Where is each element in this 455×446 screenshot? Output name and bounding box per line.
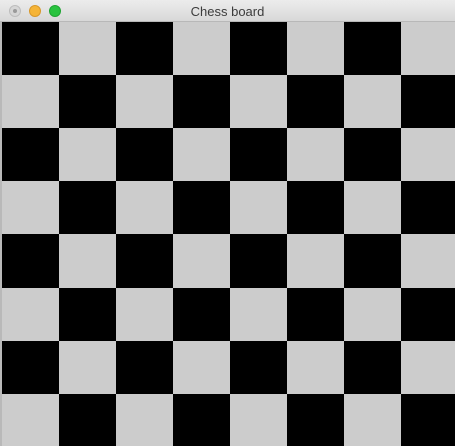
board-square-r1-c8[interactable] xyxy=(401,22,455,76)
board-square-r3-c6[interactable] xyxy=(287,128,344,182)
board-square-r7-c4[interactable] xyxy=(173,340,230,395)
board-square-r2-c7[interactable] xyxy=(344,75,401,129)
board-square-r8-c2[interactable] xyxy=(59,393,116,446)
board-square-r4-c3[interactable] xyxy=(116,181,173,235)
board-square-r5-c7[interactable] xyxy=(344,234,401,288)
board-square-r3-c1[interactable] xyxy=(2,128,59,182)
board-square-r2-c1[interactable] xyxy=(2,75,59,129)
board-square-r1-c7[interactable] xyxy=(344,22,401,76)
board-square-r7-c3[interactable] xyxy=(116,340,173,395)
board-square-r3-c5[interactable] xyxy=(230,128,287,182)
board-square-r8-c4[interactable] xyxy=(173,393,230,446)
chess-board[interactable] xyxy=(2,22,455,446)
close-window-button[interactable] xyxy=(9,5,21,17)
board-square-r5-c6[interactable] xyxy=(287,234,344,288)
board-square-r6-c4[interactable] xyxy=(173,287,230,341)
board-square-r4-c2[interactable] xyxy=(59,181,116,235)
board-square-r7-c6[interactable] xyxy=(287,340,344,395)
board-square-r2-c5[interactable] xyxy=(230,75,287,129)
board-square-r2-c4[interactable] xyxy=(173,75,230,129)
board-square-r3-c8[interactable] xyxy=(401,128,455,182)
board-square-r4-c4[interactable] xyxy=(173,181,230,235)
board-square-r6-c6[interactable] xyxy=(287,287,344,341)
board-square-r1-c2[interactable] xyxy=(59,22,116,76)
board-square-r8-c5[interactable] xyxy=(230,393,287,446)
board-square-r1-c5[interactable] xyxy=(230,22,287,76)
minimize-window-button[interactable] xyxy=(29,5,41,17)
board-square-r5-c8[interactable] xyxy=(401,234,455,288)
board-square-r3-c7[interactable] xyxy=(344,128,401,182)
board-square-r5-c4[interactable] xyxy=(173,234,230,288)
board-square-r2-c2[interactable] xyxy=(59,75,116,129)
board-square-r7-c5[interactable] xyxy=(230,340,287,395)
board-square-r3-c2[interactable] xyxy=(59,128,116,182)
board-square-r5-c5[interactable] xyxy=(230,234,287,288)
board-square-r4-c6[interactable] xyxy=(287,181,344,235)
board-square-r7-c1[interactable] xyxy=(2,340,59,395)
board-square-r5-c2[interactable] xyxy=(59,234,116,288)
board-square-r6-c7[interactable] xyxy=(344,287,401,341)
board-square-r8-c8[interactable] xyxy=(401,393,455,446)
zoom-window-button[interactable] xyxy=(49,5,61,17)
board-square-r2-c3[interactable] xyxy=(116,75,173,129)
window-title: Chess board xyxy=(190,4,265,19)
board-square-r7-c8[interactable] xyxy=(401,340,455,395)
chess-window: Chess board xyxy=(0,0,455,446)
board-square-r4-c8[interactable] xyxy=(401,181,455,235)
board-square-r7-c2[interactable] xyxy=(59,340,116,395)
title-bar[interactable]: Chess board xyxy=(0,0,455,22)
board-square-r1-c3[interactable] xyxy=(116,22,173,76)
board-square-r8-c6[interactable] xyxy=(287,393,344,446)
board-square-r1-c4[interactable] xyxy=(173,22,230,76)
board-square-r3-c3[interactable] xyxy=(116,128,173,182)
board-square-r3-c4[interactable] xyxy=(173,128,230,182)
board-square-r7-c7[interactable] xyxy=(344,340,401,395)
board-square-r6-c2[interactable] xyxy=(59,287,116,341)
board-square-r8-c3[interactable] xyxy=(116,393,173,446)
board-square-r5-c1[interactable] xyxy=(2,234,59,288)
board-square-r8-c7[interactable] xyxy=(344,393,401,446)
board-square-r1-c1[interactable] xyxy=(2,22,59,76)
board-square-r6-c3[interactable] xyxy=(116,287,173,341)
board-square-r6-c1[interactable] xyxy=(2,287,59,341)
board-square-r8-c1[interactable] xyxy=(2,393,59,446)
board-square-r6-c8[interactable] xyxy=(401,287,455,341)
board-square-r6-c5[interactable] xyxy=(230,287,287,341)
board-square-r1-c6[interactable] xyxy=(287,22,344,76)
board-square-r4-c5[interactable] xyxy=(230,181,287,235)
board-square-r4-c7[interactable] xyxy=(344,181,401,235)
board-square-r4-c1[interactable] xyxy=(2,181,59,235)
board-square-r2-c6[interactable] xyxy=(287,75,344,129)
board-square-r2-c8[interactable] xyxy=(401,75,455,129)
board-square-r5-c3[interactable] xyxy=(116,234,173,288)
